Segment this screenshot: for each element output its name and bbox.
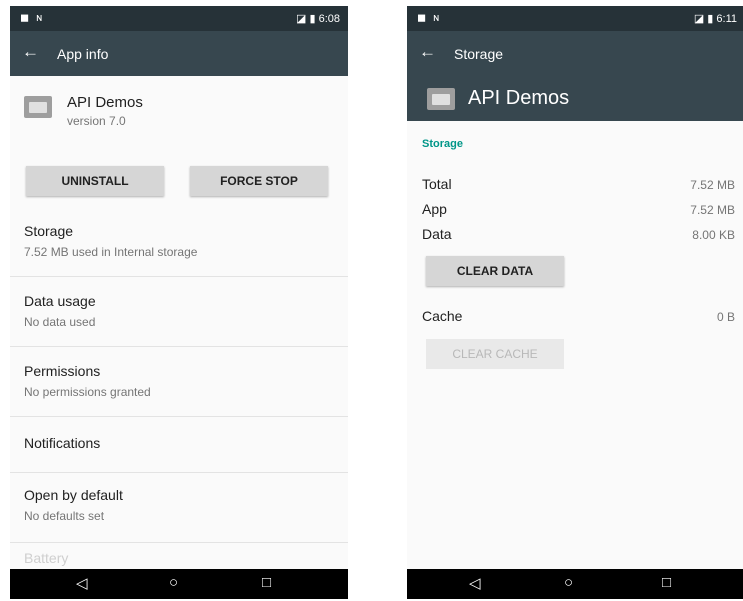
notification-icons: ◼ ɴ xyxy=(20,12,45,24)
app-info-screen: ◼ ɴ ◪ ▮ 6:08 ← App info API Demos versio… xyxy=(10,6,348,599)
pref-open-by-default[interactable]: Open by default No defaults set xyxy=(10,473,348,543)
pref-storage[interactable]: Storage 7.52 MB used in Internal storage xyxy=(10,207,348,277)
folder-app-icon xyxy=(24,96,52,118)
page-title: Storage xyxy=(454,46,504,62)
row-value: 8.00 KB xyxy=(692,228,735,242)
nav-recents-icon[interactable]: □ xyxy=(662,574,671,591)
nav-back-icon[interactable]: ◁ xyxy=(469,574,481,592)
pref-notifications[interactable]: Notifications xyxy=(10,417,348,473)
pref-summary: No defaults set xyxy=(24,509,105,523)
storage-row-app: App 7.52 MB xyxy=(422,201,735,217)
pref-summary: No permissions granted xyxy=(24,385,151,399)
back-arrow-icon[interactable]: ← xyxy=(22,42,39,62)
storage-row-total: Total 7.52 MB xyxy=(422,176,735,192)
storage-row-data: Data 8.00 KB xyxy=(422,226,735,242)
toolbar: ← App info xyxy=(10,31,348,76)
folder-app-icon xyxy=(427,88,455,110)
pref-title: Permissions xyxy=(24,363,101,379)
pref-title: Data usage xyxy=(24,293,96,309)
back-arrow-icon[interactable]: ← xyxy=(419,42,436,62)
app-name: API Demos xyxy=(468,87,570,109)
section-header: Storage xyxy=(422,138,463,150)
app-header: API Demos xyxy=(407,76,743,121)
pref-summary: 7.52 MB used in Internal storage xyxy=(24,245,198,259)
row-value: 7.52 MB xyxy=(690,178,735,192)
nav-home-icon[interactable]: ○ xyxy=(564,574,573,591)
row-label: Data xyxy=(422,226,452,242)
row-label: Total xyxy=(422,176,452,192)
uninstall-button[interactable]: UNINSTALL xyxy=(26,166,164,196)
nav-back-icon[interactable]: ◁ xyxy=(76,574,88,592)
row-value: 0 B xyxy=(716,310,735,324)
force-stop-button[interactable]: FORCE STOP xyxy=(190,166,328,196)
nav-home-icon[interactable]: ○ xyxy=(169,574,178,591)
clear-data-button[interactable]: CLEAR DATA xyxy=(426,256,564,286)
page-title: App info xyxy=(57,46,109,62)
status-time: ◪ ▮ 6:08 xyxy=(296,13,340,25)
pref-title: Storage xyxy=(24,223,74,239)
row-label: Cache xyxy=(422,308,463,324)
notification-icons: ◼ ɴ xyxy=(417,12,442,24)
storage-screen: ◼ ɴ ◪ ▮ 6:11 ← Storage API Demos Storage… xyxy=(407,6,743,599)
app-version: version 7.0 xyxy=(67,114,126,128)
status-bar: ◼ ɴ ◪ ▮ 6:11 xyxy=(407,6,743,31)
row-label: App xyxy=(422,201,447,217)
pref-permissions[interactable]: Permissions No permissions granted xyxy=(10,347,348,417)
storage-row-cache: Cache 0 B xyxy=(422,308,735,324)
toolbar: ← Storage xyxy=(407,31,743,76)
pref-title: Battery xyxy=(24,550,69,566)
status-bar: ◼ ɴ ◪ ▮ 6:08 xyxy=(10,6,348,31)
nav-bar: ◁ ○ □ xyxy=(407,569,743,599)
pref-data-usage[interactable]: Data usage No data used xyxy=(10,277,348,347)
pref-title: Notifications xyxy=(24,435,101,451)
nav-recents-icon[interactable]: □ xyxy=(262,574,271,591)
pref-title: Open by default xyxy=(24,487,123,503)
pref-summary: No data used xyxy=(24,315,96,329)
clear-cache-button[interactable]: CLEAR CACHE xyxy=(426,339,564,369)
nav-bar: ◁ ○ □ xyxy=(10,569,348,599)
status-time: ◪ ▮ 6:11 xyxy=(693,13,737,25)
row-value: 7.52 MB xyxy=(690,203,735,217)
app-name: API Demos xyxy=(67,94,143,111)
